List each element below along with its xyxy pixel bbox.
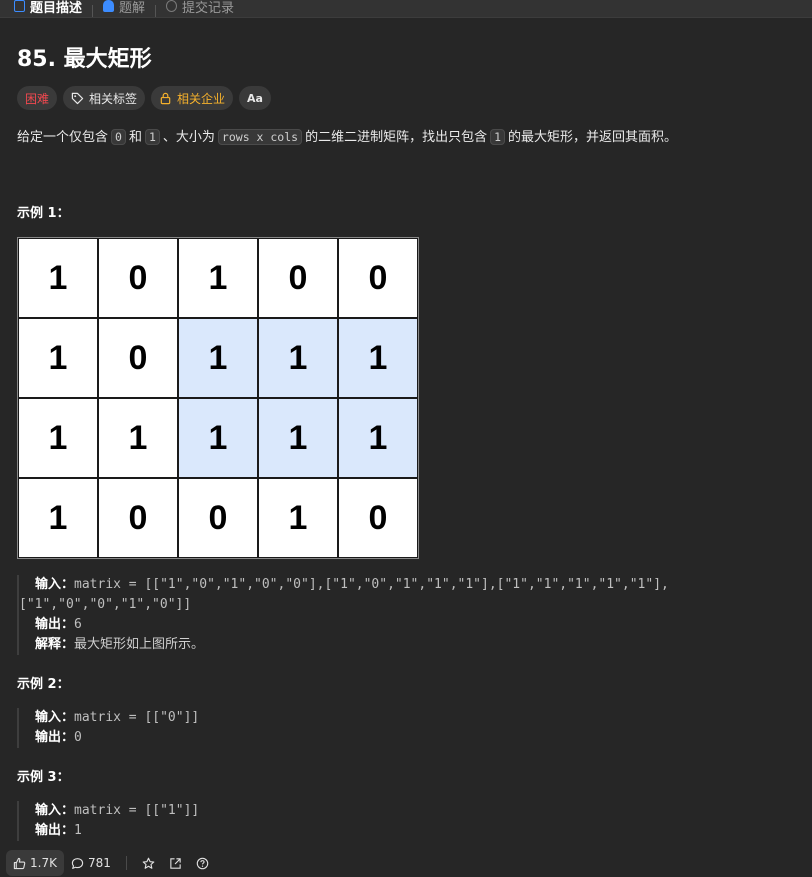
problem-tags: 困难 相关标签 相关企业 Aa (17, 86, 271, 110)
matrix-cell: 0 (98, 318, 178, 398)
comment-count: 781 (87, 856, 111, 870)
output-value: 6 (74, 617, 82, 632)
like-button[interactable]: 1.7K (6, 850, 64, 876)
bottom-divider (125, 856, 127, 870)
input-value-cont: ["1","0","0","1","0"]] (19, 597, 192, 612)
font-size-icon: Aa (247, 91, 263, 105)
desc-text: 的最大矩形，并返回其面积。 (508, 130, 678, 145)
problem-description: 给定一个仅包含 0 和 1 、大小为 rows x cols 的二维二进制矩阵，找出只包含 1… (17, 127, 797, 148)
example-3-title: 示例 3： (17, 770, 70, 785)
difficulty-badge: 困难 (17, 86, 58, 110)
share-icon (170, 857, 181, 869)
matrix-cell: 0 (98, 238, 178, 318)
output-label: 输出： (35, 730, 75, 745)
matrix-cell: 1 (338, 398, 418, 478)
inline-code: 1 (144, 129, 160, 145)
explain-text: 最大矩形如上图所示。 (74, 637, 205, 652)
topics-tag-label: 相关标签 (89, 91, 138, 106)
matrix-cell: 1 (18, 478, 98, 558)
tab-submissions-label: 提交记录 (182, 0, 235, 16)
difficulty-label: 困难 (25, 91, 50, 106)
tab-description[interactable]: 题目描述 (14, 0, 82, 17)
desc-text: 、大小为 (162, 130, 215, 145)
matrix-cell: 1 (18, 238, 98, 318)
font-size-button[interactable]: Aa (239, 86, 271, 110)
matrix-cell: 0 (98, 478, 178, 558)
output-value: 1 (74, 823, 82, 838)
tag-icon (71, 92, 84, 104)
input-label: 输入： (35, 710, 75, 725)
matrix-cell: 1 (258, 478, 338, 558)
output-label: 输出： (35, 823, 75, 838)
example-1-block: 输入：matrix = [["1","0","1","0","0"],["1",… (17, 575, 669, 655)
help-icon (196, 857, 209, 869)
matrix-cell: 1 (258, 318, 338, 398)
description-icon (14, 0, 25, 12)
output-value: 0 (74, 730, 82, 745)
tab-bar: 题目描述 题解 提交记录 (0, 0, 812, 18)
inline-code: 1 (490, 129, 506, 145)
companies-tag-button[interactable]: 相关企业 (151, 86, 234, 110)
lock-icon (160, 92, 171, 104)
inline-code: rows x cols (217, 129, 303, 145)
tab-divider (155, 5, 157, 17)
like-count: 1.7K (30, 856, 57, 870)
matrix-cell: 1 (18, 318, 98, 398)
example-1-figure: 10100101111111110010 (17, 237, 419, 559)
output-label: 输出： (35, 617, 75, 632)
desc-text: 的二维二进制矩阵，找出只包含 (305, 130, 488, 145)
tab-divider (92, 5, 94, 17)
matrix-cell: 0 (338, 238, 418, 318)
tab-description-label: 题目描述 (30, 0, 83, 16)
matrix-cell: 0 (178, 478, 258, 558)
example-2-title: 示例 2： (17, 677, 70, 692)
tab-solutions[interactable]: 题解 (103, 0, 145, 17)
star-icon (142, 857, 155, 869)
input-value: matrix = [["1","0","1","0","0"],["1","0"… (74, 577, 669, 592)
comments-button[interactable]: 781 (64, 850, 118, 876)
inline-code: 0 (111, 129, 126, 145)
matrix-cell: 1 (18, 398, 98, 478)
topics-tag-button[interactable]: 相关标签 (63, 86, 146, 110)
matrix-cell: 1 (258, 398, 338, 478)
comment-icon (71, 857, 84, 869)
matrix-cell: 1 (178, 318, 258, 398)
example-1-title: 示例 1： (17, 206, 70, 221)
matrix-cell: 1 (338, 318, 418, 398)
companies-tag-label: 相关企业 (177, 91, 226, 106)
matrix-cell: 0 (258, 238, 338, 318)
flask-icon (103, 0, 115, 12)
input-label: 输入： (35, 577, 75, 592)
share-button[interactable] (162, 850, 189, 876)
tab-submissions[interactable]: 提交记录 (166, 0, 234, 17)
favorite-button[interactable] (135, 850, 162, 876)
matrix-cell: 1 (178, 238, 258, 318)
bottom-action-bar: 1.7K 781 (0, 849, 812, 877)
problem-title[interactable]: 85. 最大矩形 (17, 41, 152, 73)
desc-text: 和 (128, 130, 142, 145)
explain-label: 解释： (35, 637, 75, 652)
history-icon (166, 0, 178, 12)
input-value: matrix = [["0"]] (74, 710, 200, 725)
help-button[interactable] (189, 850, 216, 876)
matrix-cell: 1 (178, 398, 258, 478)
input-label: 输入： (35, 803, 75, 818)
example-2-block: 输入：matrix = [["0"]] 输出：0 (17, 708, 199, 748)
tab-solutions-label: 题解 (119, 0, 146, 16)
thumbs-up-icon (13, 857, 26, 869)
desc-text: 给定一个仅包含 (17, 130, 109, 145)
example-3-block: 输入：matrix = [["1"]] 输出：1 (17, 801, 199, 841)
matrix-cell: 1 (98, 398, 178, 478)
matrix-cell: 0 (338, 478, 418, 558)
input-value: matrix = [["1"]] (74, 803, 200, 818)
